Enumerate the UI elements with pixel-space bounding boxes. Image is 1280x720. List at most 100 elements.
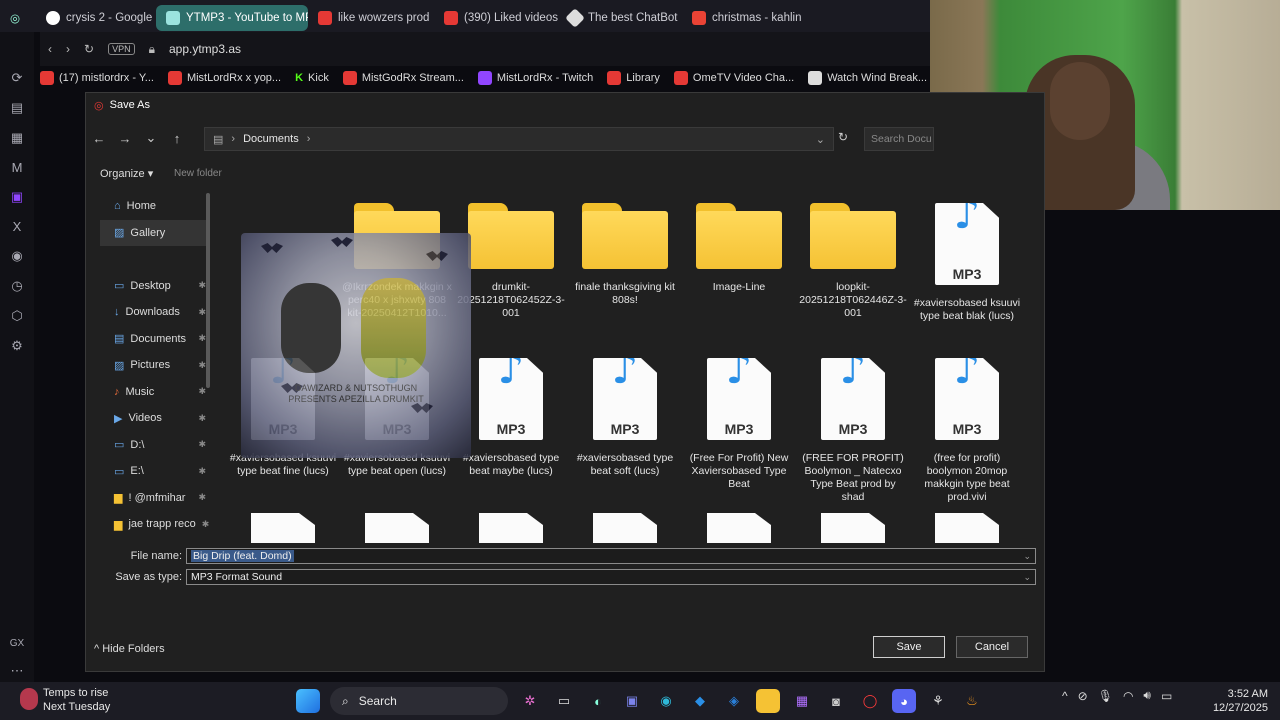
nav-item[interactable]: ▨ Gallery bbox=[100, 219, 210, 246]
teams-icon[interactable]: ▣ bbox=[620, 689, 644, 713]
new-folder-button[interactable]: New folder bbox=[174, 168, 222, 179]
sidebar-icon[interactable]: ▦ bbox=[11, 130, 23, 146]
nav-scrollbar[interactable] bbox=[206, 193, 210, 388]
file-item[interactable]: ♪ MP3 #xaviersobased type beat soft (lucs) bbox=[570, 358, 680, 478]
edge-icon[interactable]: ◉ bbox=[654, 689, 678, 713]
save-type-select[interactable]: MP3 Format Sound ⌄ bbox=[186, 569, 1036, 585]
nav-item[interactable]: ↓ Downloads ✱ bbox=[100, 299, 210, 326]
sidebar-icon[interactable]: M bbox=[12, 160, 23, 175]
opera-icon[interactable]: ◯ bbox=[858, 689, 882, 713]
refresh-icon[interactable]: ↻ bbox=[838, 130, 848, 144]
file-explorer-icon[interactable] bbox=[756, 689, 780, 713]
forward-icon[interactable]: → bbox=[112, 131, 138, 146]
search-input[interactable]: Search Docu bbox=[864, 127, 934, 151]
file-item[interactable]: ♪ MP3 #xaviersobased type beat maybe (lucs… bbox=[456, 358, 566, 478]
mp3-file-icon[interactable] bbox=[935, 513, 999, 543]
gx-icon[interactable]: GX bbox=[10, 638, 24, 649]
nav-item[interactable]: ▶ Videos ✱ bbox=[100, 405, 210, 432]
tab-chatbot[interactable]: The best ChatBot bbox=[558, 5, 682, 31]
x-icon[interactable]: X bbox=[13, 219, 22, 234]
tab-crysis[interactable]: crysis 2 - Google S bbox=[36, 5, 156, 31]
folder-item[interactable]: loopkit-20251218T062446Z-3-001 bbox=[798, 203, 908, 320]
taskbar-search[interactable]: ⌕ Search bbox=[330, 687, 508, 715]
discord-icon[interactable]: ◕ bbox=[892, 689, 916, 713]
vpn-badge[interactable]: VPN bbox=[108, 43, 135, 55]
nav-item[interactable]: ▭ D:\ ✱ bbox=[100, 432, 210, 459]
tab-ytmp3[interactable]: YTMP3 - YouTube to MP bbox=[156, 4, 308, 31]
clock-icon[interactable]: ◷ bbox=[11, 278, 22, 294]
nav-item[interactable]: ♪ Music ✱ bbox=[100, 379, 210, 406]
mp3-file-icon[interactable] bbox=[593, 513, 657, 543]
sidebar-icon[interactable]: ⟳ bbox=[12, 70, 23, 86]
chevron-up-icon[interactable]: ^ bbox=[1062, 689, 1068, 703]
tab-liked-videos[interactable]: (390) Liked videos bbox=[434, 5, 558, 31]
forward-icon[interactable]: › bbox=[66, 42, 70, 56]
clock[interactable]: 3:52 AM 12/27/2025 bbox=[1206, 687, 1268, 715]
breadcrumb-item[interactable]: Documents bbox=[243, 133, 299, 145]
file-name-input[interactable]: Big Drip (feat. Domd) ⌄ bbox=[186, 548, 1036, 564]
mp3-file-icon[interactable] bbox=[821, 513, 885, 543]
file-item[interactable]: ♪ MP3 (free for profit) boolymon 20mop mak… bbox=[912, 358, 1021, 504]
nav-item[interactable]: ▆ ! @mfmihar ✱ bbox=[100, 485, 210, 512]
organize-button[interactable]: Organize ▾ bbox=[100, 167, 153, 180]
bookmark[interactable]: MistLordRx - Twitch bbox=[477, 71, 593, 85]
widgets-icon[interactable]: ✲ bbox=[518, 689, 542, 713]
save-button[interactable]: Save bbox=[873, 636, 945, 658]
chevron-down-icon[interactable]: ⌄ bbox=[1023, 572, 1035, 583]
nav-item[interactable]: ▭ E:\ ✱ bbox=[100, 458, 210, 485]
folder-item[interactable]: Image-Line bbox=[684, 203, 794, 294]
folder-item[interactable]: drumkit-20251218T062452Z-3-001 bbox=[456, 203, 566, 320]
microphone-icon[interactable]: 🎙︎ bbox=[1098, 689, 1113, 703]
mp3-file-icon[interactable] bbox=[251, 513, 315, 543]
folder-item[interactable]: finale thanksgiving kit 808s! bbox=[570, 203, 680, 307]
app-icon[interactable]: ⚘ bbox=[926, 689, 950, 713]
bookmark[interactable]: OmeTV Video Cha... bbox=[673, 71, 794, 85]
browser-menu-button[interactable]: ◎ bbox=[0, 5, 36, 31]
battery-icon[interactable]: ▭ bbox=[1161, 689, 1172, 703]
weather-widget[interactable]: Temps to rise Next Tuesday bbox=[43, 686, 110, 714]
nav-item[interactable]: ▆ jae trapp reco ✱ bbox=[100, 511, 210, 538]
tab-like-wowzers[interactable]: like wowzers prod bbox=[308, 5, 434, 31]
url-text[interactable]: app.ytmp3.as bbox=[169, 42, 241, 56]
twitch-icon[interactable]: ▣ bbox=[11, 189, 23, 205]
copilot-icon[interactable]: ◐ bbox=[586, 689, 610, 713]
wifi-icon[interactable]: ◠ bbox=[1123, 689, 1133, 703]
file-item[interactable]: ♪ MP3 #xaviersobased ksuuvi type beat blak… bbox=[912, 203, 1021, 323]
hide-folders-button[interactable]: ^ Hide Folders bbox=[94, 643, 165, 655]
file-item[interactable]: ♪ MP3 (FREE FOR PROFIT) Boolymon _ Natecxo… bbox=[798, 358, 908, 504]
mp3-file-icon[interactable] bbox=[365, 513, 429, 543]
network-off-icon[interactable]: ⊘ bbox=[1078, 689, 1088, 703]
sidebar-icon[interactable]: ▤ bbox=[11, 100, 23, 116]
reload-icon[interactable]: ↻ bbox=[84, 42, 94, 56]
back-icon[interactable]: ← bbox=[86, 131, 112, 146]
task-view-icon[interactable]: ▭ bbox=[552, 689, 576, 713]
bookmark[interactable]: Library bbox=[607, 71, 660, 85]
breadcrumb[interactable]: ▤ › Documents › ⌄ bbox=[204, 127, 834, 151]
dropdown-icon[interactable]: ⌄ bbox=[816, 133, 833, 146]
nav-item[interactable]: ▤ Documents ✱ bbox=[100, 326, 210, 353]
fl-studio-icon[interactable]: ♨ bbox=[960, 689, 984, 713]
nav-item[interactable]: ▭ Desktop ✱ bbox=[100, 273, 210, 300]
bookmark[interactable]: Watch Wind Break... bbox=[808, 71, 927, 85]
bookmark[interactable]: (17) mistlordrx - Y... bbox=[40, 71, 154, 85]
chevron-down-icon[interactable]: ⌄ bbox=[1023, 551, 1035, 562]
cancel-button[interactable]: Cancel bbox=[956, 636, 1028, 658]
nav-item[interactable]: ▨ Pictures ✱ bbox=[100, 352, 210, 379]
sidebar-icon[interactable]: ⬡ bbox=[11, 308, 22, 324]
bookmark[interactable]: MistGodRx Stream... bbox=[342, 71, 464, 85]
sidebar-icon[interactable]: ◉ bbox=[11, 248, 22, 264]
nav-item[interactable]: ⌂ Home bbox=[100, 193, 210, 220]
back-icon[interactable]: ‹ bbox=[48, 42, 52, 56]
dropbox-icon[interactable]: ◆ bbox=[688, 689, 712, 713]
more-icon[interactable]: ⋯ bbox=[11, 663, 24, 679]
file-item[interactable]: ♪ MP3 (Free For Profit) New Xaviersobased … bbox=[684, 358, 794, 491]
app-icon[interactable]: ◈ bbox=[722, 689, 746, 713]
windows-start-icon[interactable] bbox=[296, 689, 320, 713]
tab-christmas[interactable]: christmas - kahlin bbox=[682, 5, 812, 31]
volume-icon[interactable]: 🔊︎ bbox=[1143, 688, 1151, 703]
bookmark[interactable]: K Kick bbox=[295, 72, 329, 84]
mp3-file-icon[interactable] bbox=[707, 513, 771, 543]
settings-icon[interactable]: ⚙ bbox=[11, 338, 23, 354]
recent-icon[interactable]: ⌄ bbox=[138, 130, 164, 146]
mp3-file-icon[interactable] bbox=[479, 513, 543, 543]
